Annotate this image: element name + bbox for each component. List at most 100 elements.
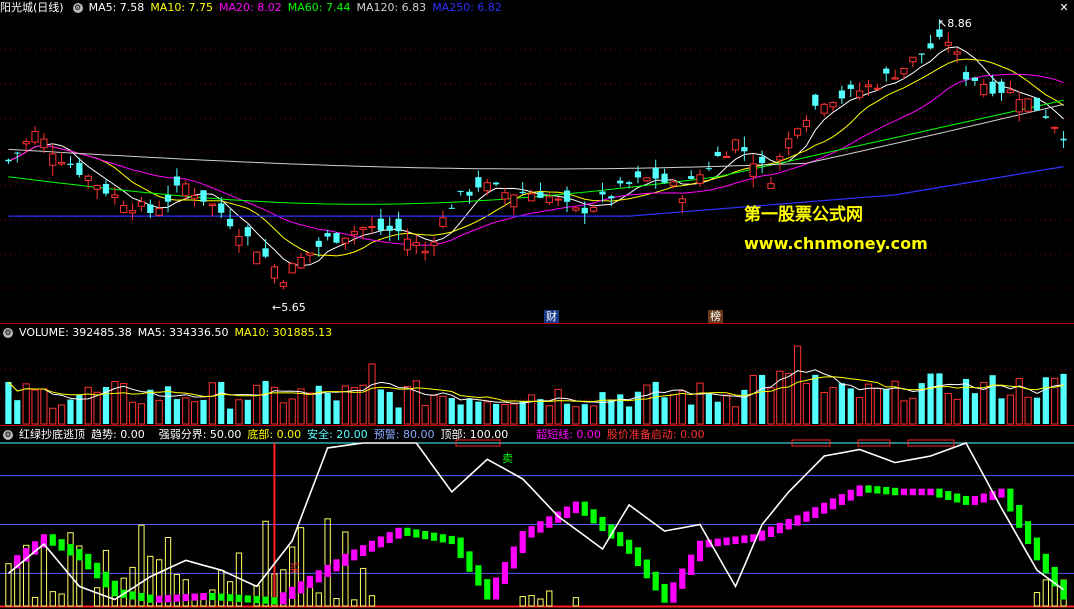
candle-body	[226, 218, 234, 227]
trend-line	[7, 442, 1065, 601]
candle-body	[191, 195, 199, 199]
candle-body	[936, 29, 943, 37]
candle-body	[31, 130, 39, 143]
oscillator-bar	[927, 488, 934, 496]
settings-icon[interactable]: ⚙	[72, 3, 83, 13]
candle-body	[403, 238, 412, 251]
volume-bar	[412, 380, 420, 425]
volume-bar	[457, 404, 464, 424]
volume-bar	[678, 390, 686, 425]
volume-bar	[944, 393, 952, 425]
oscillator-bar	[182, 594, 189, 602]
oscillator-bar	[324, 564, 331, 577]
volume-panel[interactable]	[5, 345, 1067, 425]
volume-bar	[962, 378, 970, 424]
candle-body	[137, 201, 146, 207]
candle-body	[537, 192, 544, 198]
volume-bar	[688, 404, 695, 424]
safe-readout: 安全: 20.00	[307, 428, 368, 441]
volume-bar	[279, 402, 287, 425]
candle-body	[439, 217, 447, 227]
ma10-line	[8, 58, 1064, 257]
yellow-bar	[537, 598, 544, 607]
oscillator-bar	[696, 540, 704, 562]
volume-bar	[439, 395, 447, 425]
oscillator-bar	[670, 582, 677, 603]
volume-bar	[466, 398, 473, 424]
candle-body	[767, 183, 775, 189]
candle-body	[111, 194, 119, 198]
close-icon[interactable]: ✕	[1058, 2, 1070, 14]
oscillator-bar	[218, 593, 225, 601]
oscillator-bar	[847, 489, 854, 501]
yellow-bar	[67, 532, 74, 607]
oscillator-bar	[510, 546, 517, 569]
volume-bar	[590, 405, 598, 425]
volume-bar	[998, 398, 1005, 424]
volume-bar	[864, 383, 873, 425]
oscillator-bar	[971, 495, 979, 505]
candle-body	[847, 84, 854, 89]
high-price-label: ↖8.86	[938, 17, 972, 30]
volume-bar	[120, 383, 128, 425]
volume-bar	[253, 384, 261, 425]
volume-bar	[501, 404, 509, 425]
volume-bar	[608, 399, 615, 424]
volume-readout: VOLUME: 392485.38	[19, 326, 132, 339]
volume-bar	[545, 405, 553, 425]
candle-body	[22, 141, 30, 145]
oscillator-bar	[49, 534, 56, 546]
candle-body	[625, 182, 633, 184]
oscillator-bar	[93, 562, 101, 579]
volume-bar	[661, 397, 668, 424]
candle-body	[262, 248, 269, 257]
indicator-panel[interactable]	[0, 439, 1074, 608]
candle-body	[253, 251, 261, 265]
candle-body	[918, 53, 925, 55]
volume-bar	[137, 403, 146, 425]
oscillator-bar	[102, 571, 110, 588]
yellow-bar	[359, 567, 367, 607]
volume-bar	[377, 389, 384, 424]
indicator-settings-icon[interactable]: ⚙	[3, 430, 13, 440]
list-tag[interactable]: 榜	[708, 310, 723, 323]
volume-bar	[785, 372, 793, 425]
chart-canvas[interactable]	[0, 0, 1074, 609]
candle-body	[324, 233, 331, 237]
candle-body	[510, 194, 518, 208]
indicator-name: 红绿抄底逃顶	[19, 428, 85, 441]
oscillator-bar	[404, 527, 411, 536]
oscillator-bar	[76, 548, 83, 561]
volume-bar	[873, 387, 881, 425]
candle-body	[279, 282, 287, 287]
candle-body	[155, 208, 163, 216]
volume-bar	[40, 388, 48, 425]
volume-bar	[395, 407, 402, 424]
oscillator-bar	[475, 565, 482, 586]
volume-bar	[315, 385, 322, 424]
volume-bar	[812, 374, 819, 424]
candle-body	[723, 155, 731, 158]
ma10-readout: MA10: 7.75	[150, 1, 214, 14]
candle-body	[980, 83, 988, 96]
oscillator-bar	[590, 509, 597, 524]
price-header: 阳光城(日线) ⚙ MA5: 7.58 MA10: 7.75 MA20: 8.02 MA6…	[0, 0, 508, 16]
oscillator-bar	[723, 537, 730, 546]
super-short-readout: 超短线: 0.00	[536, 428, 601, 441]
candle-body	[669, 181, 678, 187]
candle-body	[731, 139, 740, 151]
oscillator-bar	[741, 535, 748, 543]
oscillator-bar	[794, 515, 801, 526]
oscillator-bar	[581, 501, 588, 516]
oscillator-bar	[812, 507, 819, 518]
oscillator-bar	[838, 494, 846, 505]
volume-settings-icon[interactable]: ⚙	[3, 328, 13, 338]
candle-body	[270, 266, 279, 279]
volume-bar	[625, 406, 633, 424]
finance-tag[interactable]: 财	[544, 310, 559, 323]
volume-bar	[581, 404, 588, 424]
candle-body	[76, 162, 83, 175]
oscillator-bar	[865, 485, 872, 493]
volume-bar	[599, 392, 606, 424]
candle-body	[891, 77, 899, 80]
